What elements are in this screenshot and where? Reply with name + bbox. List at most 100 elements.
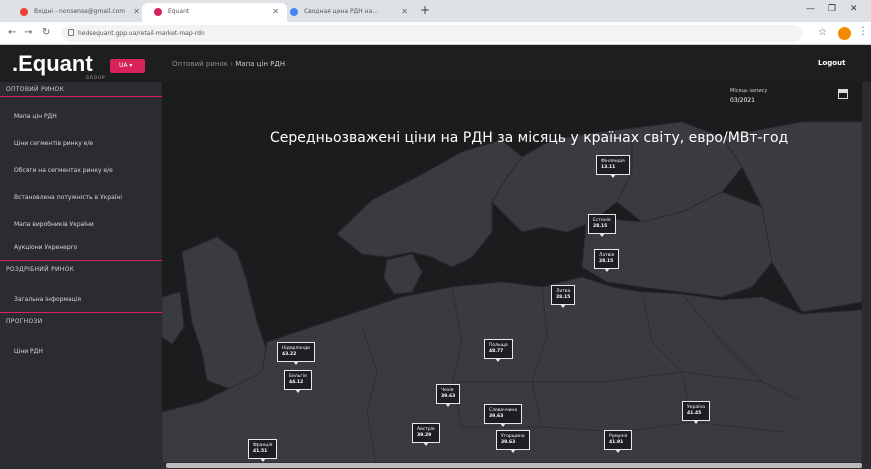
pin-value: 39.63 bbox=[501, 440, 516, 445]
sidebar-item-rdn-forecast[interactable]: Ціни РДН bbox=[14, 348, 43, 355]
sidebar-item-general-info[interactable]: Загальна інформація bbox=[14, 296, 81, 303]
map-pin-netherlands[interactable]: Нідерланди 43.22 bbox=[277, 342, 315, 365]
pin-value: 48.77 bbox=[489, 349, 504, 354]
profile-avatar[interactable] bbox=[838, 27, 851, 40]
map-pin-slovakia[interactable]: Словаччина 39.63 bbox=[484, 404, 523, 427]
pin-value: 41.91 bbox=[609, 440, 624, 445]
map-pin-estonia[interactable]: Естонія 28.15 bbox=[588, 214, 616, 237]
browser-tab-label: Вхідні - nonsense@gmail.com bbox=[34, 8, 126, 15]
sidebar-item-segment-prices[interactable]: Ціни сегментів ринку е/е bbox=[14, 140, 93, 147]
map-pin-finland[interactable]: Фінляндія 13.11 bbox=[596, 155, 630, 178]
scrollbar-thumb[interactable] bbox=[166, 463, 862, 468]
pin-value: 43.22 bbox=[282, 352, 297, 357]
date-picker-label: Місяць запису bbox=[730, 88, 768, 94]
map-pin-france[interactable]: Франція 41.51 bbox=[248, 439, 278, 462]
calendar-icon[interactable] bbox=[838, 89, 848, 99]
minimize-icon[interactable]: — bbox=[806, 4, 815, 14]
logout-button[interactable]: Logout bbox=[818, 59, 845, 67]
sidebar-item-installed-capacity[interactable]: Встановлена потужність в Україні bbox=[14, 194, 122, 201]
pin-value: 28.15 bbox=[599, 259, 614, 264]
section-divider bbox=[0, 96, 162, 97]
browser-menu-icon[interactable]: ⋮ bbox=[858, 26, 868, 37]
browser-tab-label: Equant bbox=[168, 8, 190, 15]
pin-value: 41.45 bbox=[687, 411, 702, 416]
new-tab-icon[interactable]: + bbox=[420, 3, 430, 17]
pin-country: Франція bbox=[253, 443, 273, 448]
app-header: .Equant GROUP UA ▾ Оптовий ринок › Мапа … bbox=[0, 45, 871, 82]
pin-country: Угорщина bbox=[501, 434, 525, 439]
maximize-icon[interactable]: ❐ bbox=[828, 4, 836, 14]
pin-value: 41.51 bbox=[253, 449, 268, 454]
date-picker-value[interactable]: 03/2021 bbox=[730, 97, 755, 104]
pin-country: Бельгія bbox=[289, 374, 307, 379]
map-country-shape bbox=[181, 236, 268, 391]
map-pin-romania[interactable]: Румунія 41.91 bbox=[604, 430, 633, 453]
pin-value: 39.63 bbox=[441, 394, 456, 399]
map-pin-lithuania[interactable]: Литва 28.15 bbox=[551, 285, 576, 308]
pin-country: Нідерланди bbox=[282, 346, 310, 351]
equant-logo[interactable]: .Equant bbox=[12, 51, 93, 77]
bookmark-star-icon[interactable]: ☆ bbox=[818, 27, 827, 38]
close-icon[interactable]: ✕ bbox=[133, 7, 140, 16]
pin-country: Словаччина bbox=[489, 408, 518, 413]
breadcrumb-root[interactable]: Оптовий ринок bbox=[172, 60, 228, 68]
address-bar: ← → ↻ hedsequant.gpp.ua/retail-market-ma… bbox=[0, 22, 871, 45]
sidebar-item-producers-map[interactable]: Мапа виробників України bbox=[14, 221, 94, 228]
sidebar-item-auctions[interactable]: Аукціони Укренерго bbox=[14, 244, 77, 251]
pin-country: Латвія bbox=[599, 253, 615, 258]
map-pin-latvia[interactable]: Латвія 28.15 bbox=[594, 249, 620, 272]
map-pin-ukraine[interactable]: Україна 41.45 bbox=[682, 401, 711, 424]
pin-value: 39.29 bbox=[417, 433, 432, 438]
pin-value: 28.15 bbox=[556, 295, 571, 300]
back-icon[interactable]: ← bbox=[8, 27, 16, 38]
gmail-icon bbox=[20, 8, 28, 16]
section-divider bbox=[0, 312, 162, 313]
map-title: Середньозважені ціни на РДН за місяць у … bbox=[270, 130, 789, 146]
pin-country: Польща bbox=[489, 343, 508, 348]
vertical-scrollbar[interactable] bbox=[862, 82, 871, 469]
pin-country: Румунія bbox=[609, 434, 628, 439]
section-divider bbox=[0, 260, 162, 261]
sidebar-section-retail[interactable]: РОЗДРІБНИЙ РИНОК bbox=[0, 262, 162, 276]
browser-tab-gmail[interactable]: Вхідні - nonsense@gmail.com ✕ bbox=[8, 3, 148, 22]
pin-value: 39.63 bbox=[489, 414, 504, 419]
url-text: hedsequant.gpp.ua/retail-market-map-rdn bbox=[78, 30, 205, 37]
map-country-shape bbox=[162, 291, 185, 345]
sidebar-item-rdn-map[interactable]: Мапа цін РДН bbox=[14, 113, 57, 120]
browser-tab-equant[interactable]: Equant ✕ bbox=[142, 3, 287, 22]
close-icon[interactable]: ✕ bbox=[401, 7, 408, 16]
map-pin-czechia[interactable]: Чехія 39.63 bbox=[436, 384, 461, 407]
pin-value: 44.12 bbox=[289, 380, 304, 385]
map-pin-hungary[interactable]: Угорщина 39.63 bbox=[496, 430, 530, 453]
pin-country: Естонія bbox=[593, 218, 611, 223]
sidebar-item-segment-volumes[interactable]: Обсяги на сегментах ринку е/е bbox=[14, 167, 113, 174]
map-pin-belgium[interactable]: Бельгія 44.12 bbox=[284, 370, 312, 393]
sidebar-section-forecasts[interactable]: ПРОГНОЗИ bbox=[0, 314, 162, 328]
browser-tab-google[interactable]: Сводная цена РДН на... ✕ bbox=[278, 3, 416, 22]
pin-country: Фінляндія bbox=[601, 159, 625, 164]
browser-tab-label: Сводная цена РДН на... bbox=[304, 8, 378, 15]
window-close-icon[interactable]: ✕ bbox=[850, 4, 858, 14]
language-button[interactable]: UA ▾ bbox=[110, 59, 145, 73]
equant-icon bbox=[154, 8, 162, 16]
pin-country: Чехія bbox=[441, 388, 454, 393]
sidebar-section-wholesale[interactable]: ОПТОВИЙ РИНОК bbox=[0, 82, 162, 96]
logo-subtitle: GROUP bbox=[86, 75, 106, 80]
url-field[interactable]: hedsequant.gpp.ua/retail-market-map-rdn bbox=[62, 25, 802, 42]
pin-value: 13.11 bbox=[601, 165, 616, 170]
horizontal-scrollbar[interactable] bbox=[162, 462, 862, 469]
browser-tab-bar: Вхідні - nonsense@gmail.com ✕ Equant ✕ С… bbox=[0, 0, 871, 22]
map-pin-poland[interactable]: Польща 48.77 bbox=[484, 339, 513, 362]
pin-country: Литва bbox=[556, 289, 571, 294]
pin-country: Україна bbox=[687, 405, 706, 410]
map-country-shape bbox=[383, 253, 423, 295]
sidebar: ОПТОВИЙ РИНОК Мапа цін РДН Ціни сегменті… bbox=[0, 82, 162, 469]
reload-icon[interactable]: ↻ bbox=[42, 27, 50, 38]
forward-icon[interactable]: → bbox=[24, 27, 32, 38]
breadcrumb-current: Мапа цін РДН bbox=[235, 60, 286, 68]
pin-value: 28.15 bbox=[593, 224, 608, 229]
chevron-down-icon: ▾ bbox=[129, 62, 133, 69]
google-icon bbox=[290, 8, 298, 16]
map-pin-austria[interactable]: Австрія 39.29 bbox=[412, 423, 440, 446]
language-label: UA bbox=[119, 62, 128, 69]
